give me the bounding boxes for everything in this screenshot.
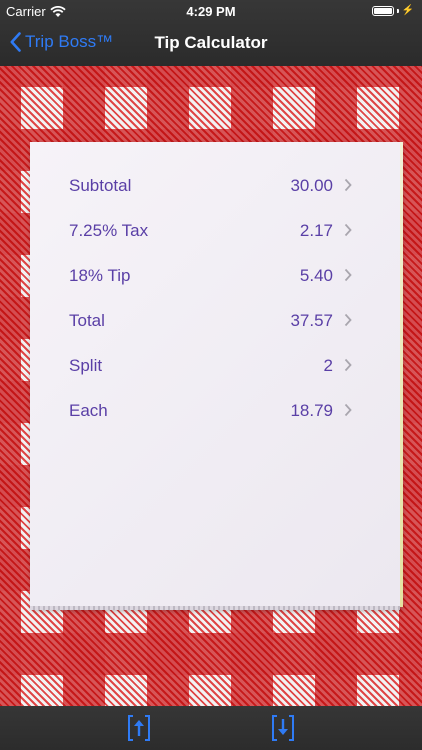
battery-fill	[373, 7, 392, 14]
chevron-right-icon	[344, 313, 352, 327]
battery-cap	[396, 8, 399, 13]
row-label: 7.25% Tax	[69, 220, 149, 240]
row-split[interactable]: Split 2	[30, 343, 400, 388]
chevron-right-icon	[344, 358, 352, 372]
row-value: 18.79	[290, 400, 333, 420]
download-icon[interactable]	[270, 714, 296, 742]
page-title: Tip Calculator	[154, 33, 268, 52]
row-value: 2.17	[299, 220, 333, 240]
row-value: 2	[323, 355, 333, 375]
receipt-edge-bottom	[30, 606, 400, 610]
charging-bolt-icon: ⚡	[401, 5, 414, 16]
chevron-right-icon	[344, 223, 352, 237]
row-value: 37.57	[290, 310, 333, 330]
row-label: 18% Tip	[69, 265, 131, 285]
battery-icon	[371, 5, 394, 16]
chevron-right-icon	[344, 178, 352, 192]
battery-indicator: ⚡	[371, 5, 414, 16]
status-bar: Carrier 4:29 PM ⚡	[0, 0, 422, 22]
chevron-right-icon	[344, 268, 352, 282]
top-bars: Carrier 4:29 PM ⚡ Trip Boss™ Tip Calcula…	[0, 0, 422, 66]
row-label: Split	[69, 355, 103, 375]
row-subtotal[interactable]: Subtotal 30.00	[30, 163, 400, 208]
row-label: Subtotal	[69, 175, 132, 195]
bottom-toolbar	[0, 706, 422, 750]
receipt-paper: Subtotal 30.00 7.25% Tax 2.17 18% Tip 5.…	[30, 142, 403, 610]
nav-bar: Trip Boss™ Tip Calculator	[0, 22, 422, 66]
row-value: 5.40	[299, 265, 333, 285]
row-tax[interactable]: 7.25% Tax 2.17	[30, 208, 400, 253]
calculator-list: Subtotal 30.00 7.25% Tax 2.17 18% Tip 5.…	[30, 163, 400, 433]
row-label: Total	[69, 310, 105, 330]
row-each[interactable]: Each 18.79	[30, 388, 400, 433]
row-label: Each	[69, 400, 108, 420]
row-total[interactable]: Total 37.57	[30, 298, 400, 343]
row-tip[interactable]: 18% Tip 5.40	[30, 253, 400, 298]
row-value: 30.00	[290, 175, 333, 195]
status-time: 4:29 PM	[186, 4, 236, 19]
receipt-edge-right	[400, 142, 403, 607]
chevron-right-icon	[344, 403, 352, 417]
upload-icon[interactable]	[126, 714, 152, 742]
